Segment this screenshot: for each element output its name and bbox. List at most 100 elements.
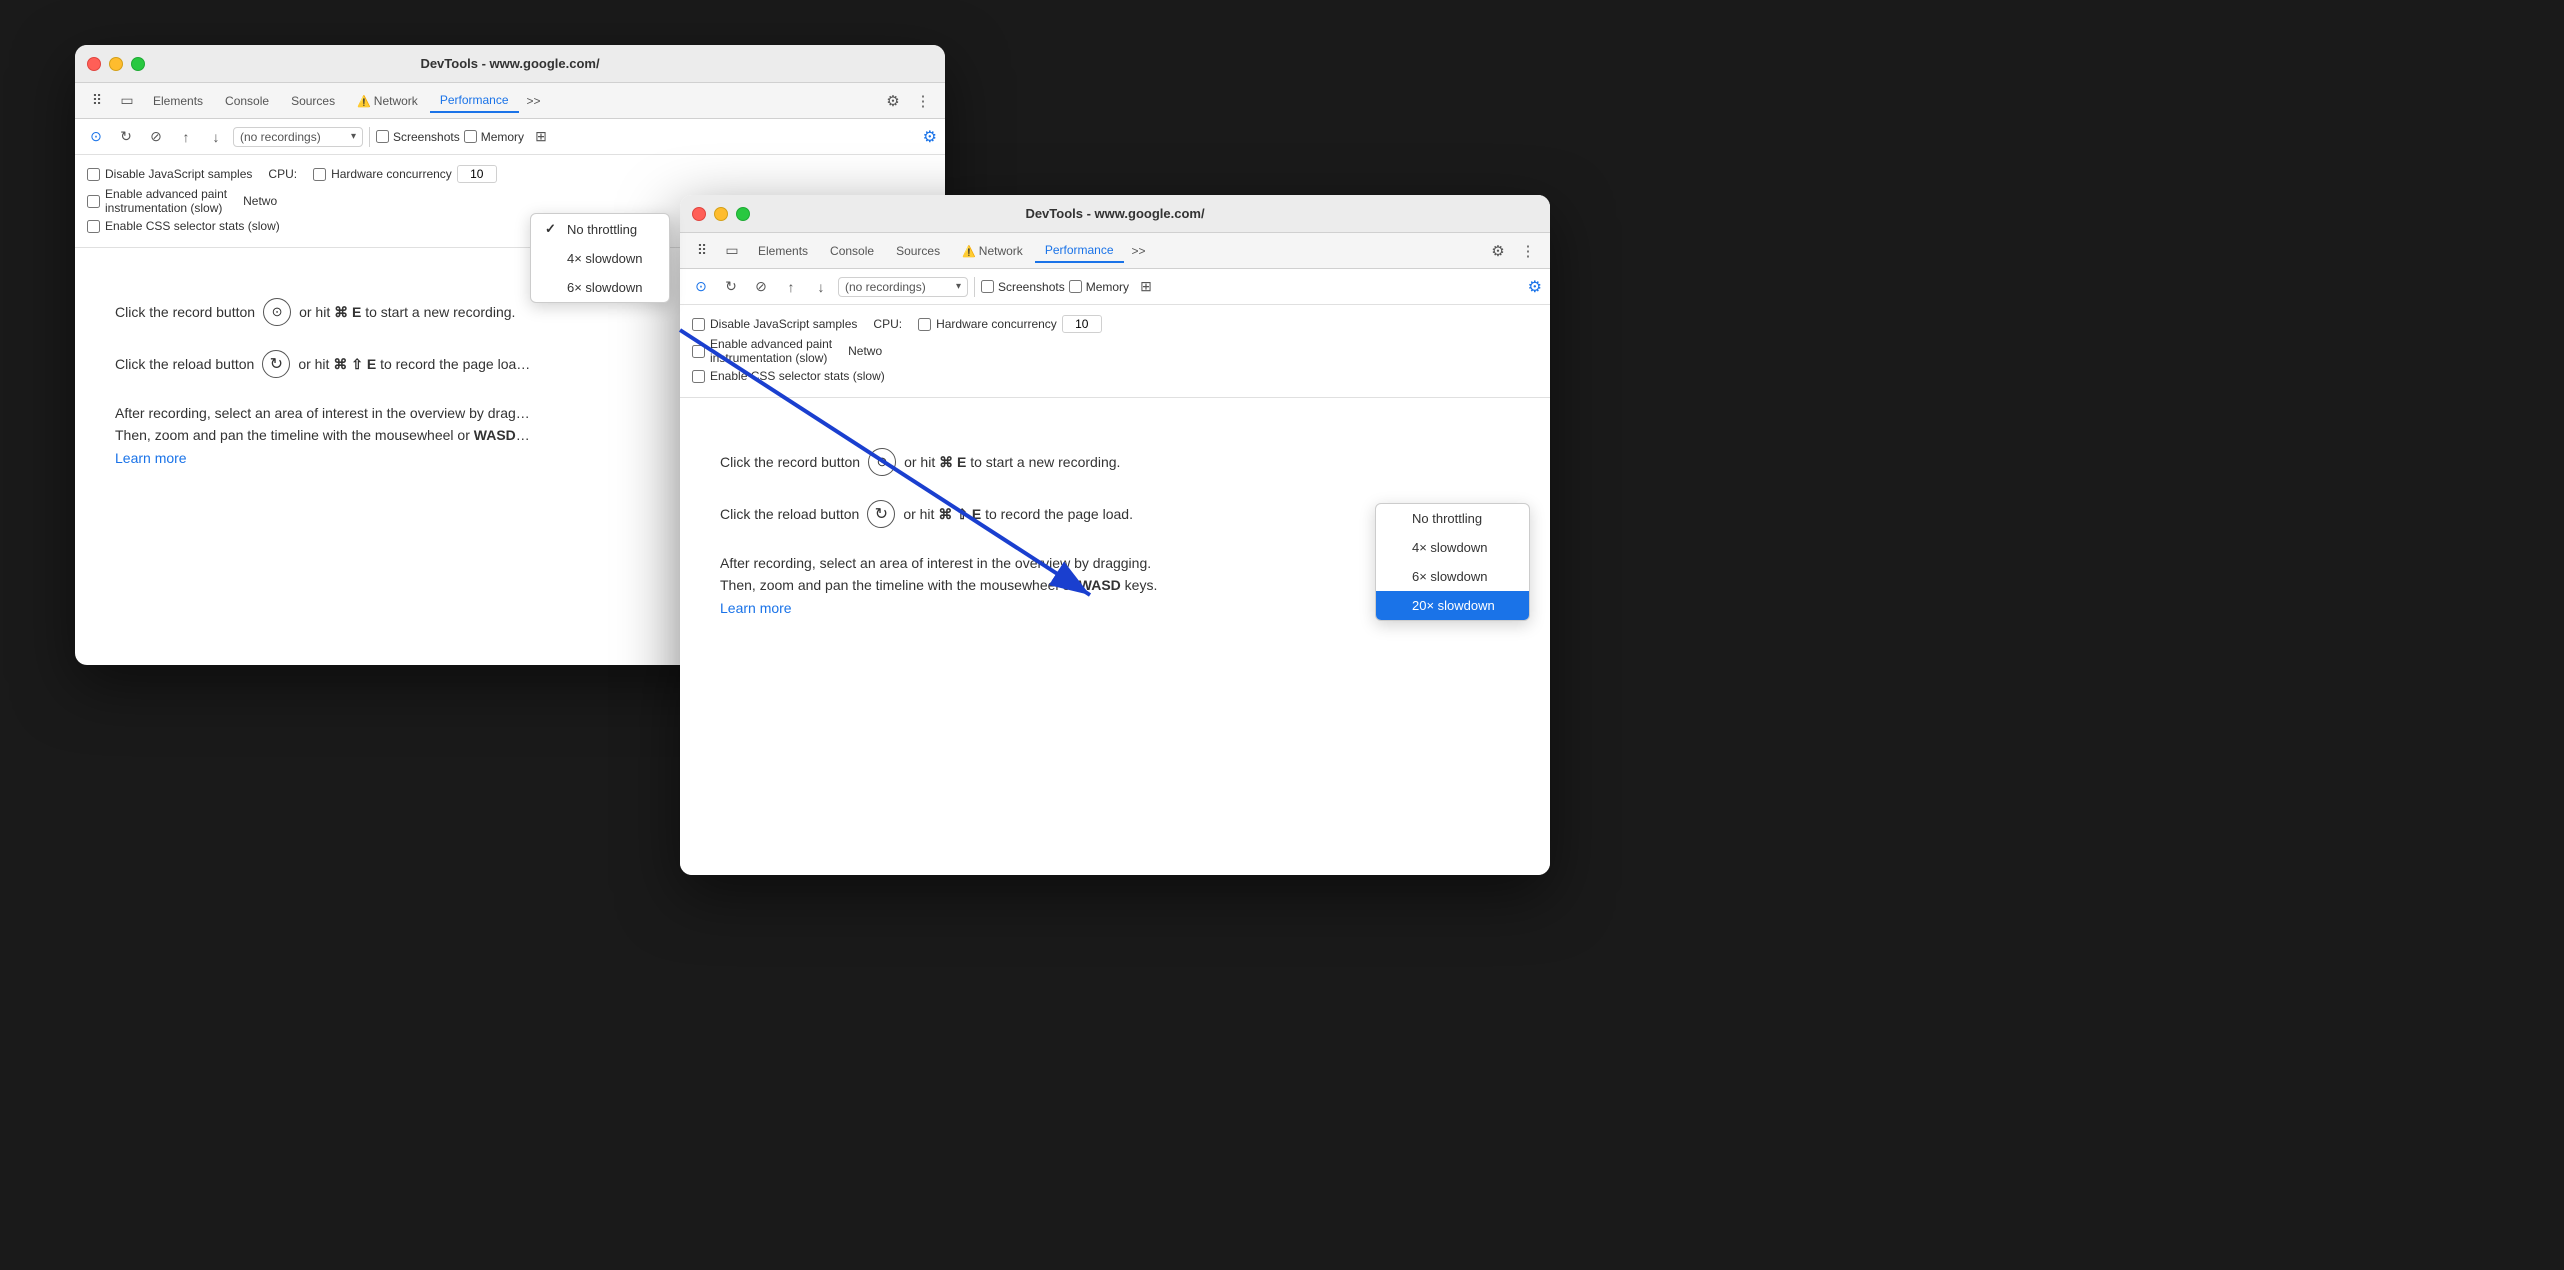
learn-more-link-2[interactable]: Learn more (720, 600, 792, 616)
disable-js-checkbox-2[interactable] (692, 318, 705, 331)
tab-sources-2[interactable]: Sources (886, 240, 950, 262)
disable-js-checkbox-1[interactable] (87, 168, 100, 181)
select-icon-2[interactable]: ⠿ (688, 237, 716, 265)
screenshots-label-2: Screenshots (998, 280, 1065, 294)
maximize-button-2[interactable] (736, 207, 750, 221)
tab-more-1[interactable]: >> (521, 90, 547, 112)
tab-console-1[interactable]: Console (215, 90, 279, 112)
screenshots-checkbox-1[interactable] (376, 130, 389, 143)
more-options-icon-2[interactable]: ⋮ (1514, 237, 1542, 265)
toolbar-right-1: ⚙ (923, 127, 937, 147)
record-icon-2[interactable]: ⊙ (868, 448, 896, 476)
6x-slowdown-item-1[interactable]: 6× slowdown (531, 273, 669, 302)
memory-checkbox-2[interactable] (1069, 280, 1082, 293)
network-label-2: Netwo (848, 344, 882, 358)
stop-button-2[interactable]: ⊘ (748, 274, 774, 300)
download-button-1[interactable]: ↓ (203, 124, 229, 150)
reload-shortcut-2: or hit ⌘ ⇧ E to record the page load. (903, 503, 1133, 525)
advanced-paint-checkbox-2[interactable] (692, 345, 705, 358)
css-selector-checkbox-1[interactable] (87, 220, 100, 233)
network-setting-1: Netwo (243, 194, 277, 208)
memory-icon-2[interactable]: ⊞ (1133, 274, 1159, 300)
recordings-text-2: (no recordings) (845, 280, 926, 294)
upload-button-1[interactable]: ↑ (173, 124, 199, 150)
reload-shortcut-1: or hit ⌘ ⇧ E to record the page loa… (298, 353, 530, 375)
record-button-2[interactable]: ⊙ (688, 274, 714, 300)
memory-check-2[interactable]: Memory (1069, 280, 1129, 294)
window-title-2: DevTools - www.google.com/ (1025, 206, 1204, 221)
tab-network-2[interactable]: Network (952, 240, 1033, 262)
no-throttling-item-1[interactable]: No throttling (531, 214, 669, 244)
hw-concurrency-input-2[interactable] (1062, 315, 1102, 333)
device-icon[interactable]: ▭ (113, 87, 141, 115)
tab-elements-1[interactable]: Elements (143, 90, 213, 112)
learn-more-link-1[interactable]: Learn more (115, 450, 187, 466)
tab-more-2[interactable]: >> (1126, 240, 1152, 262)
disable-js-setting-1: Disable JavaScript samples (87, 167, 252, 181)
chevron-down-icon-1: ▾ (351, 131, 356, 142)
screenshots-check-1[interactable]: Screenshots (376, 130, 460, 144)
record-icon-1[interactable]: ⊙ (263, 298, 291, 326)
4x-slowdown-item-1[interactable]: 4× slowdown (531, 244, 669, 273)
css-selector-checkbox-2[interactable] (692, 370, 705, 383)
reload-button-2[interactable]: ↻ (718, 274, 744, 300)
disable-js-label-2: Disable JavaScript samples (710, 317, 857, 331)
titlebar-1: DevTools - www.google.com/ (75, 45, 945, 83)
more-options-icon-1[interactable]: ⋮ (909, 87, 937, 115)
settings-icon-2[interactable]: ⚙ (1484, 237, 1512, 265)
reload-icon-2[interactable]: ↻ (867, 500, 895, 528)
gear-blue-icon-2[interactable]: ⚙ (1528, 277, 1542, 297)
close-button-2[interactable] (692, 207, 706, 221)
gear-blue-icon-1[interactable]: ⚙ (923, 127, 937, 147)
settings-icon-1[interactable]: ⚙ (879, 87, 907, 115)
tab-elements-2[interactable]: Elements (748, 240, 818, 262)
chevron-down-icon-2: ▾ (956, 281, 961, 292)
tab-performance-2[interactable]: Performance (1035, 239, 1124, 263)
recordings-dropdown-1[interactable]: (no recordings) ▾ (233, 127, 363, 147)
tab-console-2[interactable]: Console (820, 240, 884, 262)
recordings-dropdown-2[interactable]: (no recordings) ▾ (838, 277, 968, 297)
4x-slowdown-item-2[interactable]: 4× slowdown (1376, 533, 1529, 562)
cpu-dropdown-2[interactable]: No throttling 4× slowdown 6× slowdown 20… (1375, 503, 1530, 621)
record-shortcut-1: or hit ⌘ E to start a new recording. (299, 301, 515, 323)
hw-concurrency-checkbox-1[interactable] (313, 168, 326, 181)
download-button-2[interactable]: ↓ (808, 274, 834, 300)
network-label-1: Netwo (243, 194, 277, 208)
6x-slowdown-item-2[interactable]: 6× slowdown (1376, 562, 1529, 591)
memory-checkbox-1[interactable] (464, 130, 477, 143)
cpu-setting-2: CPU: (873, 317, 902, 331)
advanced-paint-setting-1: Enable advanced paintinstrumentation (sl… (87, 187, 227, 215)
memory-check-1[interactable]: Memory (464, 130, 524, 144)
stop-button-1[interactable]: ⊘ (143, 124, 169, 150)
advanced-paint-label-2: Enable advanced paintinstrumentation (sl… (710, 337, 832, 365)
reload-button-1[interactable]: ↻ (113, 124, 139, 150)
hw-concurrency-checkbox-2[interactable] (918, 318, 931, 331)
memory-icon-1[interactable]: ⊞ (528, 124, 554, 150)
reload-text-1: Click the reload button (115, 353, 254, 375)
network-setting-2: Netwo (848, 344, 882, 358)
record-button-1[interactable]: ⊙ (83, 124, 109, 150)
20x-slowdown-item-2[interactable]: 20× slowdown (1376, 591, 1529, 620)
minimize-button-1[interactable] (109, 57, 123, 71)
cpu-dropdown-1[interactable]: No throttling 4× slowdown 6× slowdown (530, 213, 670, 303)
css-selector-setting-1: Enable CSS selector stats (slow) (87, 219, 280, 233)
screenshots-check-2[interactable]: Screenshots (981, 280, 1065, 294)
maximize-button-1[interactable] (131, 57, 145, 71)
select-icon[interactable]: ⠿ (83, 87, 111, 115)
screenshots-checkbox-2[interactable] (981, 280, 994, 293)
hw-concurrency-input-1[interactable] (457, 165, 497, 183)
close-button-1[interactable] (87, 57, 101, 71)
advanced-paint-checkbox-1[interactable] (87, 195, 100, 208)
reload-instruction-2: Click the reload button ↻ or hit ⌘ ⇧ E t… (720, 500, 1133, 528)
devtools-window-2: DevTools - www.google.com/ ⠿ ▭ Elements … (680, 195, 1550, 875)
tab-network-1[interactable]: Network (347, 90, 428, 112)
upload-button-2[interactable]: ↑ (778, 274, 804, 300)
minimize-button-2[interactable] (714, 207, 728, 221)
reload-icon-1[interactable]: ↻ (262, 350, 290, 378)
memory-label-1: Memory (481, 130, 524, 144)
no-throttling-item-2[interactable]: No throttling (1376, 504, 1529, 533)
tab-performance-1[interactable]: Performance (430, 89, 519, 113)
after-instruction-1: After recording, select an area of inter… (115, 402, 530, 469)
tab-sources-1[interactable]: Sources (281, 90, 345, 112)
device-icon-2[interactable]: ▭ (718, 237, 746, 265)
